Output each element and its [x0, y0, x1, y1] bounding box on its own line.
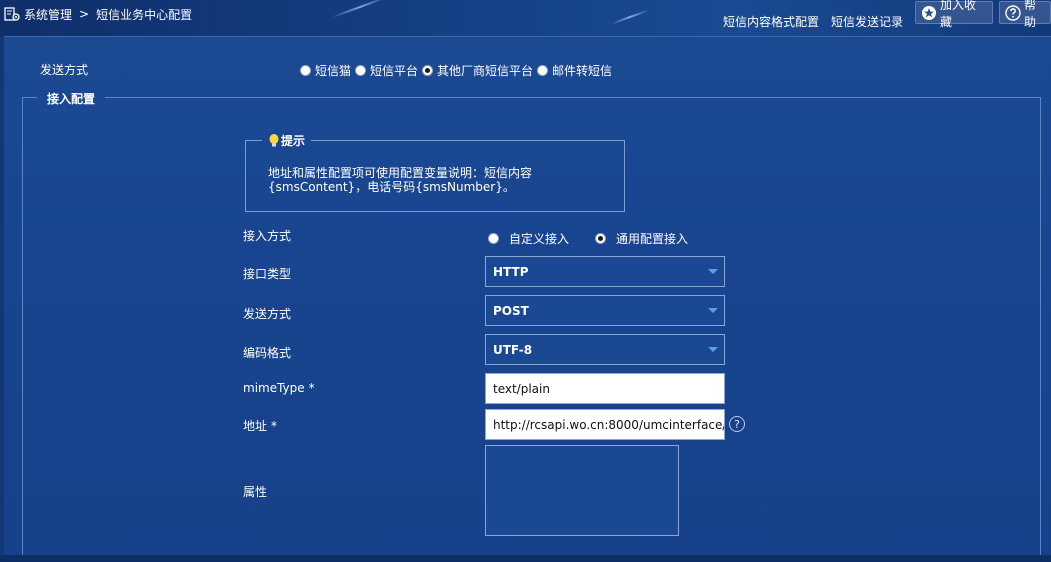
attributes-textarea[interactable] [485, 445, 679, 536]
chevron-down-icon [708, 269, 718, 274]
interface-type-label: 接口类型 [243, 267, 292, 281]
breadcrumb-item-current: 短信业务中心配置 [96, 7, 193, 22]
chevron-down-icon [708, 308, 718, 313]
access-mode-option-custom[interactable]: 自定义接入 [488, 230, 569, 247]
access-mode-label: 接入方式 [243, 229, 292, 243]
bottom-strip [0, 555, 1051, 562]
breadcrumb: 系统管理 > 短信业务中心配置 [4, 5, 192, 23]
top-header-bar: 系统管理 > 短信业务中心配置 短信内容格式配置 短信发送记录 加入收藏 帮助 [0, 0, 1051, 36]
option-label: 短信平台 [370, 64, 419, 78]
interface-type-select[interactable]: HTTP [485, 256, 725, 287]
attributes-label: 属性 [243, 485, 268, 499]
access-config-legend: 接入配置 [37, 90, 106, 107]
question-icon [1005, 4, 1021, 21]
radio-button[interactable] [537, 65, 549, 76]
address-label: 地址 * [243, 417, 277, 434]
add-favorite-label: 加入收藏 [940, 0, 977, 29]
option-label: 邮件转短信 [552, 64, 613, 78]
encoding-select[interactable]: UTF-8 [485, 334, 725, 365]
decor-streak [331, 0, 389, 19]
radio-button-selected[interactable] [422, 65, 434, 76]
sms-format-config-link[interactable]: 短信内容格式配置 [723, 13, 819, 30]
tip-title: 提示 [262, 132, 312, 149]
interface-type-value: HTTP [493, 264, 529, 279]
send-method-row: 发送方式 短信猫 短信平台 其他厂商短信平台 邮件转短信 [40, 59, 680, 79]
address-value: http://rcsapi.wo.cn:8000/umcinterface/se… [493, 417, 725, 432]
radio-button[interactable] [488, 233, 499, 244]
send-method-options: 短信猫 短信平台 其他厂商短信平台 邮件转短信 [300, 62, 616, 79]
encoding-value: UTF-8 [493, 342, 533, 357]
access-mode-option-generic[interactable]: 通用配置接入 [595, 230, 688, 247]
required-mark: * [271, 419, 278, 433]
address-help-icon[interactable]: ? [729, 416, 745, 432]
option-label: 通用配置接入 [616, 232, 689, 246]
header-links: 短信内容格式配置 短信发送记录 [723, 13, 903, 30]
mime-type-input[interactable]: text/plain [485, 373, 725, 404]
send-method-option-sms-platform[interactable]: 短信平台 [355, 62, 418, 79]
option-label: 自定义接入 [509, 232, 570, 246]
system-settings-icon [4, 6, 20, 22]
breadcrumb-item[interactable]: 系统管理 [24, 6, 72, 23]
star-icon [922, 5, 936, 20]
radio-button-selected[interactable] [595, 233, 607, 244]
mime-type-label: mimeType * [243, 381, 315, 395]
tip-text: 地址和属性配置项可使用配置变量说明：短信内容{smsContent}，电话号码{… [268, 166, 533, 194]
send-method-select[interactable]: POST [485, 295, 725, 326]
send-method-value: POST [493, 303, 529, 318]
send-method-label: 发送方式 [40, 63, 89, 77]
send-method-field-label: 发送方式 [243, 307, 292, 321]
help-button[interactable]: 帮助 [999, 0, 1051, 29]
lightbulb-icon [269, 133, 279, 146]
mime-type-label-text: mimeType [243, 381, 305, 395]
option-label: 短信猫 [315, 64, 352, 78]
tip-box: 提示 地址和属性配置项可使用配置变量说明：短信内容{smsContent}，电话… [245, 132, 625, 212]
encoding-label: 编码格式 [243, 346, 292, 360]
add-favorite-button[interactable]: 加入收藏 [915, 0, 993, 29]
required-mark: * [308, 381, 315, 395]
send-method-option-other-vendor[interactable]: 其他厂商短信平台 [422, 62, 533, 79]
radio-button[interactable] [300, 65, 311, 76]
option-label: 其他厂商短信平台 [437, 64, 534, 78]
main-panel: 发送方式 短信猫 短信平台 其他厂商短信平台 邮件转短信 接入配置 提示 地址和… [4, 36, 1051, 562]
mime-type-value: text/plain [493, 381, 550, 396]
chevron-down-icon [708, 347, 718, 352]
address-input[interactable]: http://rcsapi.wo.cn:8000/umcinterface/se… [485, 409, 725, 440]
radio-button[interactable] [355, 65, 367, 76]
decor-streak [610, 9, 650, 25]
access-config-fieldset: 接入配置 提示 地址和属性配置项可使用配置变量说明：短信内容{smsConten… [22, 90, 1041, 562]
send-method-option-email-to-sms[interactable]: 邮件转短信 [537, 62, 612, 79]
help-label: 帮助 [1024, 0, 1037, 29]
breadcrumb-separator: > [79, 7, 90, 21]
sms-send-record-link[interactable]: 短信发送记录 [831, 13, 903, 30]
send-method-option-sms-cat[interactable]: 短信猫 [300, 62, 351, 79]
tip-title-text: 提示 [281, 134, 306, 148]
address-label-text: 地址 [243, 419, 268, 433]
access-mode-options: 自定义接入 通用配置接入 [488, 230, 714, 247]
